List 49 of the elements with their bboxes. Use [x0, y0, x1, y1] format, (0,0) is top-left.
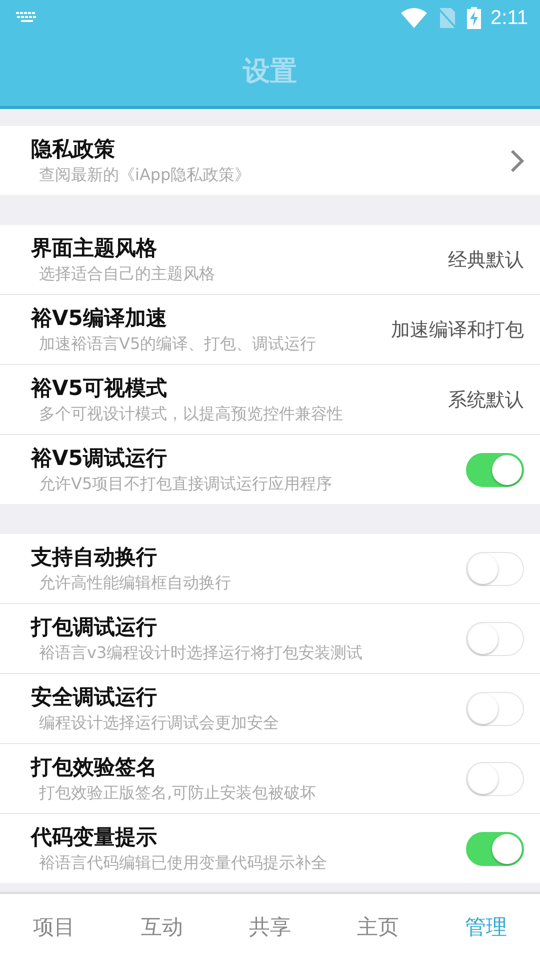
- setting-description: 编程设计选择运行调试会更加安全: [38, 713, 280, 734]
- settings-row[interactable]: 打包调试运行 裕语言v3编程设计时选择运行将打包安装测试: [0, 603, 540, 673]
- wifi-icon: [400, 8, 427, 28]
- setting-description: 裕语言代码编辑已使用变量代码提示补全: [38, 853, 328, 874]
- toggle-switch[interactable]: [466, 452, 524, 486]
- setting-description: 查阅最新的《iApp隐私政策》: [38, 165, 252, 186]
- toggle-switch[interactable]: [466, 762, 524, 796]
- battery-charging-icon: [466, 7, 481, 29]
- setting-title: 打包效验签名: [31, 754, 158, 781]
- setting-value: 经典默认: [448, 248, 524, 272]
- setting-description: 选择适合自己的主题风格: [38, 264, 216, 285]
- setting-value: 系统默认: [448, 388, 524, 412]
- setting-description: 裕语言v3编程设计时选择运行将打包安装测试: [38, 643, 364, 664]
- status-time: 2:11: [490, 6, 528, 30]
- toggle-switch[interactable]: [466, 552, 524, 586]
- settings-row[interactable]: 隐私政策 查阅最新的《iApp隐私政策》: [0, 126, 540, 195]
- keyboard-icon: [16, 12, 38, 24]
- setting-title: 裕V5编译加速: [31, 305, 168, 332]
- settings-row[interactable]: 代码变量提示 裕语言代码编辑已使用变量代码提示补全: [0, 813, 540, 883]
- nav-tab[interactable]: 互动: [108, 905, 216, 949]
- nav-tab[interactable]: 项目: [0, 905, 108, 949]
- settings-row[interactable]: 界面主题风格 选择适合自己的主题风格 经典默认: [0, 225, 540, 294]
- nav-tab[interactable]: 主页: [324, 905, 432, 949]
- settings-row[interactable]: 打包效验签名 打包效验正版签名,可防止安装包被破坏: [0, 743, 540, 813]
- toggle-switch[interactable]: [466, 622, 524, 656]
- chevron-right-icon: [510, 148, 524, 172]
- screen-title: 设置: [243, 55, 297, 89]
- setting-title: 隐私政策: [31, 136, 116, 163]
- toggle-switch[interactable]: [466, 692, 524, 726]
- setting-title: 裕V5调试运行: [31, 445, 168, 472]
- settings-row[interactable]: 支持自动换行 允许高性能编辑框自动换行: [0, 534, 540, 603]
- setting-title: 支持自动换行: [31, 544, 158, 571]
- setting-description: 允许V5项目不打包直接调试运行应用程序: [38, 474, 334, 495]
- setting-title: 代码变量提示: [31, 824, 158, 851]
- setting-title: 打包调试运行: [31, 614, 158, 641]
- setting-value: 加速编译和打包: [391, 318, 524, 342]
- nav-tab[interactable]: 共享: [216, 905, 324, 949]
- setting-title: 裕V5可视模式: [31, 375, 168, 402]
- settings-row[interactable]: 裕V5编译加速 加速裕语言V5的编译、打包、调试运行 加速编译和打包: [0, 294, 540, 364]
- toggle-switch[interactable]: [466, 832, 524, 866]
- setting-description: 打包效验正版签名,可防止安装包被破坏: [38, 783, 318, 804]
- settings-row[interactable]: 裕V5调试运行 允许V5项目不打包直接调试运行应用程序: [0, 434, 540, 504]
- setting-description: 多个可视设计模式，以提高预览控件兼容性: [38, 404, 344, 425]
- setting-description: 加速裕语言V5的编译、打包、调试运行: [38, 334, 318, 355]
- setting-title: 安全调试运行: [31, 684, 158, 711]
- settings-row[interactable]: 安全调试运行 编程设计选择运行调试会更加安全: [0, 673, 540, 743]
- setting-title: 界面主题风格: [31, 235, 158, 262]
- settings-row[interactable]: 裕V5可视模式 多个可视设计模式，以提高预览控件兼容性 系统默认: [0, 364, 540, 434]
- setting-description: 允许高性能编辑框自动换行: [38, 573, 232, 594]
